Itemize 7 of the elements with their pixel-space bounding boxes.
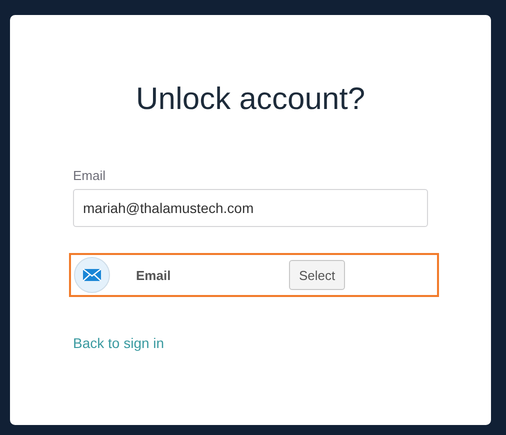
factor-label: Email (136, 268, 172, 282)
email-label: Email (73, 168, 106, 183)
email-field[interactable]: mariah@thalamustech.com (73, 189, 428, 227)
envelope-icon (74, 257, 110, 293)
factor-option[interactable]: Email Select (69, 253, 439, 297)
select-button[interactable]: Select (289, 260, 346, 290)
page-title: Unlock account? (134, 80, 366, 118)
